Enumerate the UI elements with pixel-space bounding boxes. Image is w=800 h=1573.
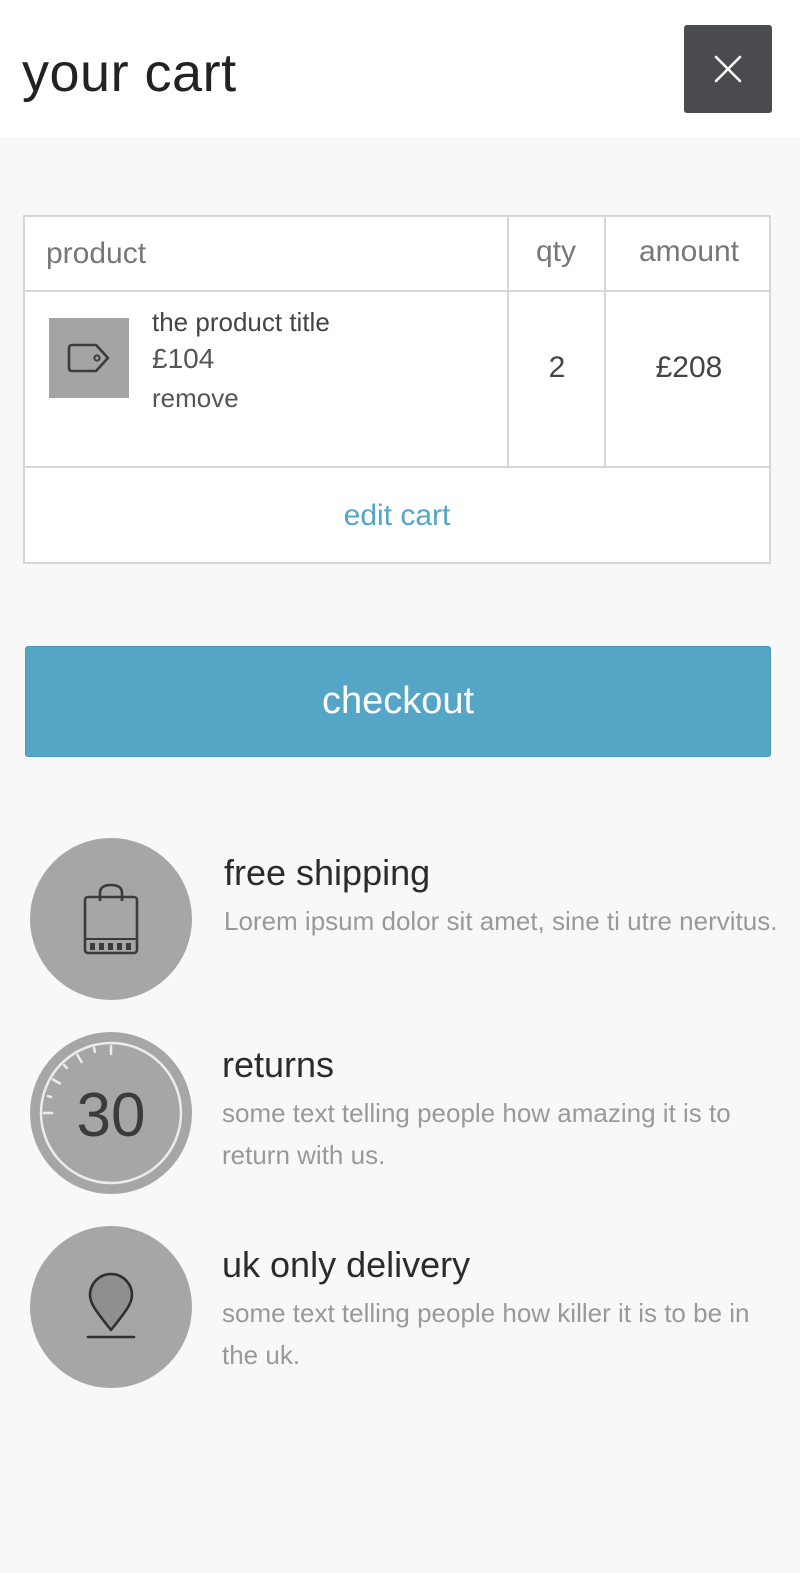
column-header-product: product <box>46 237 147 270</box>
30-day-badge-icon: 30 <box>39 1041 183 1185</box>
feature-description: some text telling people how killer it i… <box>222 1298 750 1370</box>
checkout-button[interactable]: checkout <box>25 646 771 757</box>
feature-icon-circle <box>30 838 192 1000</box>
column-header-amount: amount <box>638 235 740 268</box>
feature-description: Lorem ipsum dolor sit amet, sine ti utre… <box>224 906 778 936</box>
feature-title: uk only delivery <box>222 1244 471 1285</box>
edit-cart-link[interactable]: edit cart <box>25 499 769 533</box>
product-thumbnail[interactable] <box>49 318 129 398</box>
remove-link[interactable]: remove <box>152 383 239 414</box>
cart-table: product qty amount the product title £10… <box>23 215 771 564</box>
feature-uk-delivery: uk only delivery some text telling peopl… <box>0 1226 800 1391</box>
feature-title: returns <box>222 1044 335 1085</box>
product-title[interactable]: the product title <box>152 307 330 338</box>
badge-number: 30 <box>77 1081 146 1150</box>
shopping-bag-icon <box>83 883 139 955</box>
product-price: £104 <box>152 343 215 374</box>
feature-icon-circle <box>30 1226 192 1388</box>
feature-returns: 30 returns some text telling people how … <box>0 1032 800 1197</box>
feature-icon-circle: 30 <box>30 1032 192 1194</box>
cart-header: your cart <box>0 0 800 137</box>
map-pin-icon <box>86 1272 136 1339</box>
close-button[interactable] <box>684 25 772 113</box>
page-title: your cart <box>22 43 237 103</box>
price-tag-icon <box>67 343 110 373</box>
close-icon <box>714 55 742 83</box>
quantity-value: 2 <box>548 351 566 384</box>
feature-free-shipping: free shipping Lorem ipsum dolor sit amet… <box>0 838 800 1003</box>
feature-description: some text telling people how amazing it … <box>222 1098 731 1170</box>
line-amount: £208 <box>655 351 723 384</box>
row-divider <box>25 466 769 468</box>
feature-title: free shipping <box>224 852 431 893</box>
header-divider <box>25 290 769 292</box>
column-header-qty: qty <box>535 235 577 268</box>
